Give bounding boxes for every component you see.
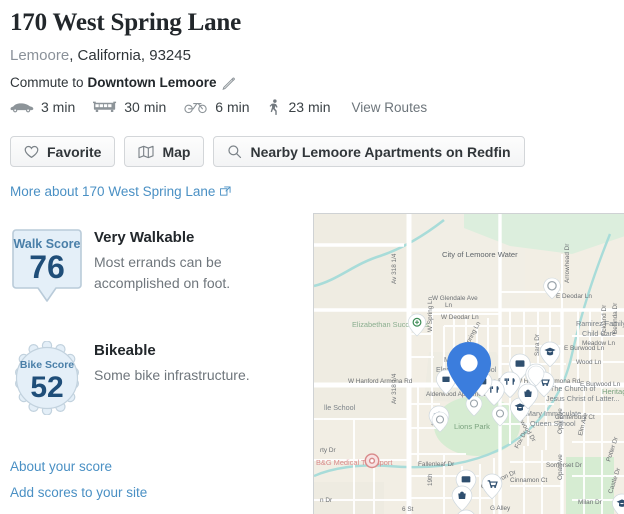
commute-mode-bike[interactable]: 6 min	[183, 97, 250, 117]
map-street-label: 19th	[427, 473, 434, 486]
map-street-label: Wood Ln	[576, 359, 602, 366]
commute-mode-walk[interactable]: 23 min	[267, 97, 331, 117]
map-street-label: City of Lemoore Water	[442, 250, 518, 259]
search-icon	[227, 144, 242, 159]
add-scores-to-your-site-link[interactable]: Add scores to your site	[10, 485, 147, 500]
address-city: Lemoore	[10, 47, 70, 64]
address-state-zip: , California, 93245	[69, 47, 191, 64]
map-poi-label: lle School	[324, 403, 356, 412]
commute-mode-transit[interactable]: 30 min	[92, 97, 166, 117]
walk-icon	[267, 97, 283, 117]
nearby-apartments-button[interactable]: Nearby Lemoore Apartments on Redfin	[213, 136, 525, 167]
more-about-link[interactable]: More about 170 West Spring Lane	[10, 184, 231, 199]
walk-score-panel: 170 West Spring Lane Lemoore, California…	[0, 0, 624, 514]
view-routes-link[interactable]: View Routes	[352, 100, 428, 115]
map-street-label: rty Dr	[320, 447, 336, 454]
bike-score-row: Bike Score 52 Bikeable Some bike infrast…	[8, 341, 250, 415]
map-poi-label: B&G Medical Transport	[316, 458, 392, 467]
map-button-label: Map	[162, 143, 191, 160]
favorite-button-label: Favorite	[47, 143, 102, 160]
map-street-label: E Burwood Ln	[564, 345, 605, 352]
bike-score-badge[interactable]: Bike Score 52	[8, 341, 86, 415]
bike-score-badge-label: Bike Score	[20, 359, 74, 371]
commute-mode-walk-time: 23 min	[288, 99, 331, 115]
commute-destination-label: Downtown Lemoore	[87, 75, 217, 90]
pencil-icon[interactable]	[221, 76, 236, 91]
walk-score-value: 76	[29, 249, 65, 285]
commute-mode-car-time: 3 min	[41, 99, 76, 115]
map-poi-label: Mary Immaculate	[526, 409, 581, 418]
map-street-label: Somerset Dr	[546, 462, 583, 469]
map-poi-label: Child Care	[582, 329, 616, 338]
map-street-label: Cinnamon Ct	[510, 477, 548, 484]
map-street-label: Fallenleaf Dr	[418, 461, 455, 468]
map-poi-label: Queen School	[530, 419, 576, 428]
walk-score-badge[interactable]: Walk Score 76	[8, 228, 86, 308]
map-icon	[138, 145, 155, 159]
page-title: 170 West Spring Lane	[10, 9, 241, 36]
poi-pin-medical[interactable]	[364, 453, 380, 469]
favorite-button[interactable]: Favorite	[10, 136, 116, 167]
commute-modes: 3 min 30 min 6 min 23 min View Routes	[9, 97, 427, 117]
map-street-label: Av 318 1/4	[391, 253, 398, 284]
bike-score-value: 52	[30, 371, 63, 404]
bike-score-text: Bikeable Some bike infrastructure.	[94, 341, 250, 386]
bike-score-title: Bikeable	[94, 342, 156, 359]
map-poi-label: Ramirez Family	[576, 319, 624, 328]
bike-score-description: Some bike infrastructure.	[94, 366, 250, 383]
map-street-label: Opal Ave	[557, 454, 564, 480]
map-street-label: W Glendale Ave	[432, 295, 478, 302]
address-subtitle: Lemoore, California, 93245	[10, 47, 191, 64]
walk-score-description: Most errands can be accomplished on foot…	[94, 253, 231, 291]
map-street-label: W Hanford Armona Rd	[348, 378, 413, 385]
action-buttons: Favorite Map Nearby Lemoore Apartments o…	[10, 136, 525, 167]
map-street-label: Ln	[445, 302, 453, 309]
map-poi-label: The Church of	[550, 384, 596, 393]
heart-icon	[24, 145, 39, 159]
map-street-label: n Dr	[320, 497, 333, 504]
bike-icon	[183, 97, 209, 117]
map-street-label: G Alley	[490, 505, 511, 512]
walk-score-title: Very Walkable	[94, 229, 195, 246]
nearby-apartments-button-label: Nearby Lemoore Apartments on Redfin	[250, 143, 511, 160]
commute-mode-bike-time: 6 min	[215, 99, 250, 115]
map-street-label: Arrowhead Dr	[564, 243, 571, 283]
about-your-score-link[interactable]: About your score	[10, 459, 112, 474]
map-view[interactable]: Av 318 1/4 Av 318 1/4 City of Lemoore Wa…	[313, 213, 624, 514]
car-icon	[9, 97, 35, 117]
walk-score-row: Walk Score 76 Very Walkable Most errands…	[8, 228, 294, 308]
map-poi-label: Heritage	[602, 387, 624, 396]
walk-score-text: Very Walkable Most errands can be accomp…	[94, 228, 294, 294]
external-link-icon	[220, 186, 231, 197]
commute-destination-row: Commute to Downtown Lemoore	[10, 75, 236, 90]
map-street-label: 6 St	[402, 506, 414, 513]
commute-mode-car[interactable]: 3 min	[9, 97, 75, 117]
map-poi-label: Lions Park	[454, 422, 490, 431]
bus-icon	[92, 97, 118, 117]
commute-prefix-label: Commute to	[10, 75, 84, 90]
commute-mode-transit-time: 30 min	[124, 99, 167, 115]
map-street-label: E Deodar Ln	[556, 293, 592, 300]
map-street-label: W Deodar Ln	[441, 314, 479, 321]
map-button[interactable]: Map	[124, 136, 205, 167]
more-about-link-label: More about 170 West Spring Lane	[10, 184, 216, 199]
map-street-label: Milan Dr	[578, 499, 603, 506]
